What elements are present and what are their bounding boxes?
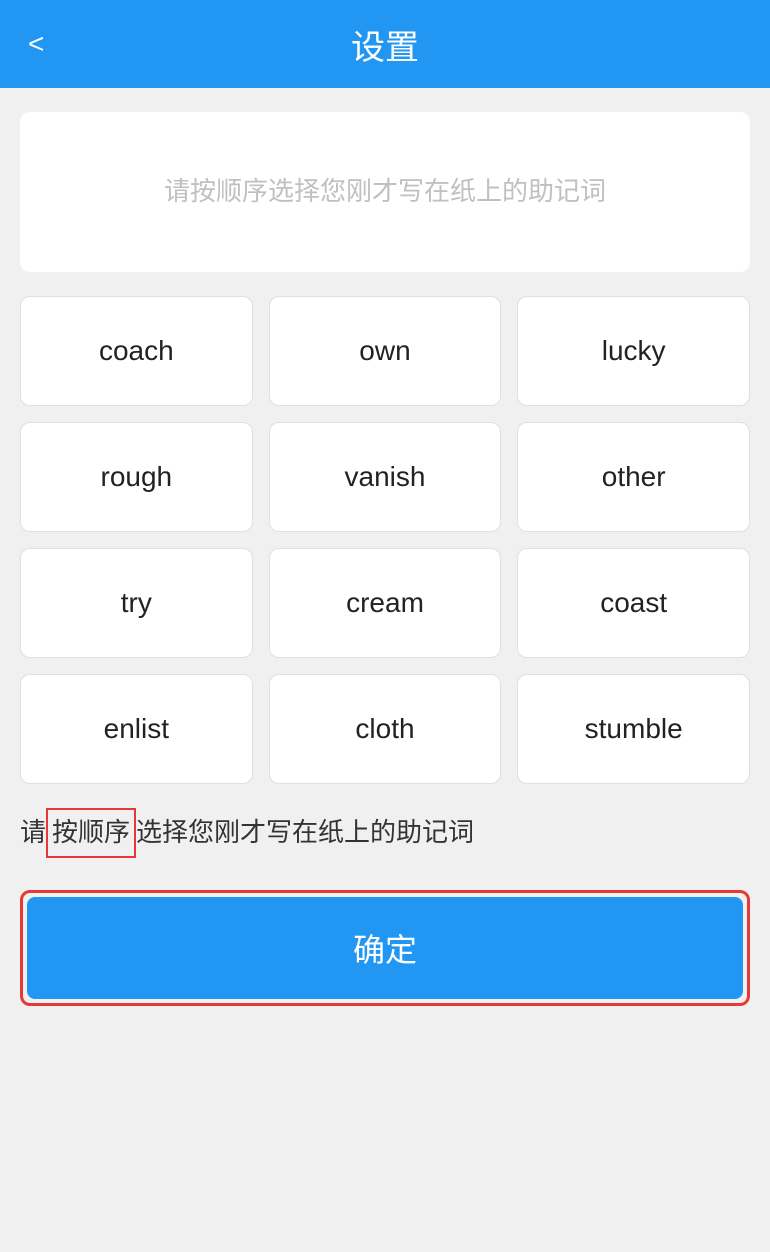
word-button-other[interactable]: other	[517, 422, 750, 532]
hint-highlight: 按顺序	[46, 808, 136, 858]
mnemonic-input-area: 请按顺序选择您刚才写在纸上的助记词	[20, 112, 750, 272]
word-button-cloth[interactable]: cloth	[269, 674, 502, 784]
page-title: 设置	[351, 20, 419, 69]
word-button-vanish[interactable]: vanish	[269, 422, 502, 532]
word-grid: coachownlucky roughvanishother trycreamcoa…	[20, 296, 750, 784]
back-button[interactable]: <	[20, 20, 52, 68]
mnemonic-placeholder: 请按顺序选择您刚才写在纸上的助记词	[164, 171, 606, 213]
confirm-button-wrapper: 确定	[20, 890, 750, 1006]
word-button-own[interactable]: own	[269, 296, 502, 406]
word-button-coast[interactable]: coast	[517, 548, 750, 658]
word-button-cream[interactable]: cream	[269, 548, 502, 658]
word-button-lucky[interactable]: lucky	[517, 296, 750, 406]
word-button-coach[interactable]: coach	[20, 296, 253, 406]
hint-before: 请	[20, 812, 46, 854]
hint-text: 请按顺序选择您刚才写在纸上的助记词	[20, 808, 750, 858]
word-button-try[interactable]: try	[20, 548, 253, 658]
hint-after: 选择您刚才写在纸上的助记词	[136, 812, 474, 854]
word-button-stumble[interactable]: stumble	[517, 674, 750, 784]
word-button-rough[interactable]: rough	[20, 422, 253, 532]
word-button-enlist[interactable]: enlist	[20, 674, 253, 784]
confirm-button[interactable]: 确定	[27, 897, 743, 999]
app-header: < 设置	[0, 0, 770, 88]
main-content: 请按顺序选择您刚才写在纸上的助记词 coachownlucky roughvani…	[0, 88, 770, 1252]
